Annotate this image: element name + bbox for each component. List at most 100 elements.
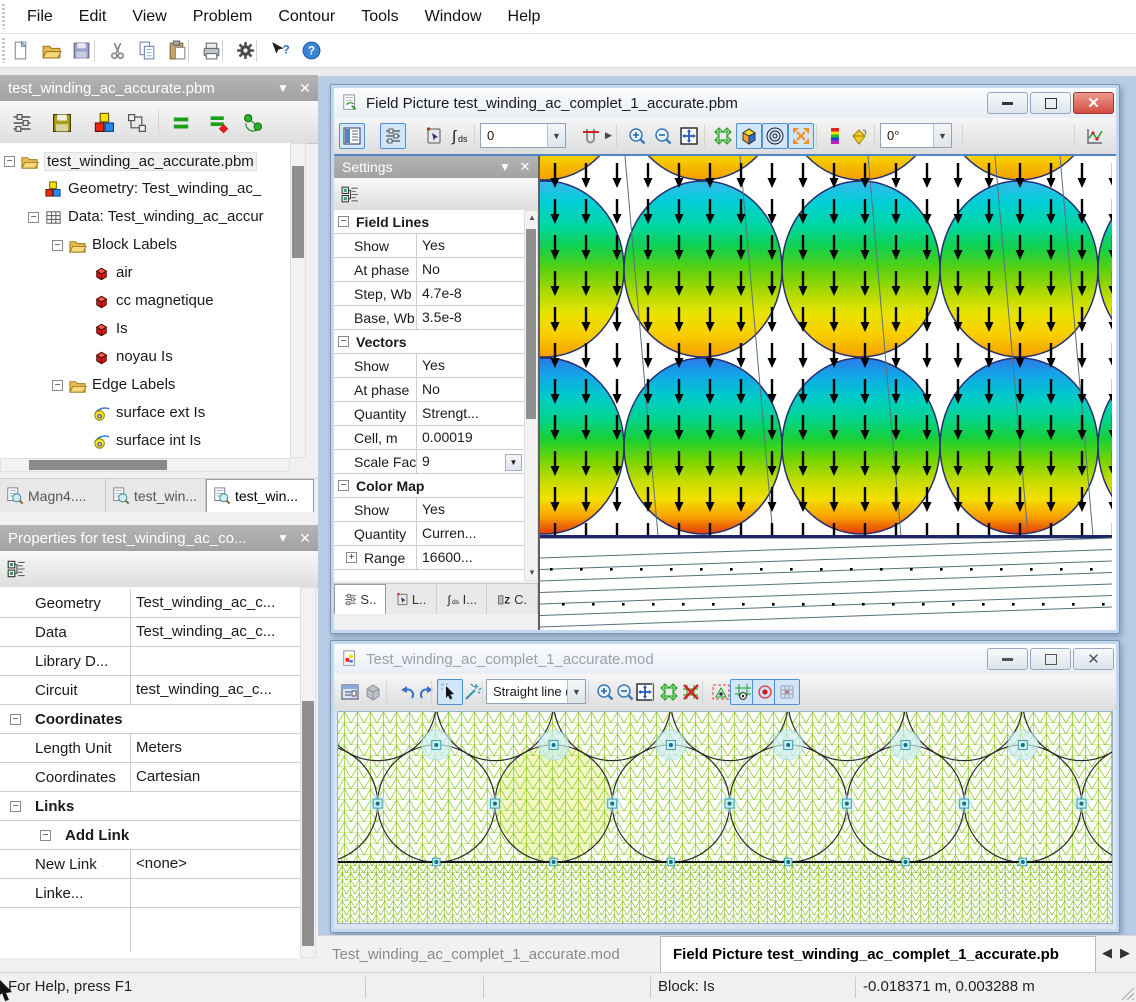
- setting-value[interactable]: Yes: [422, 357, 504, 373]
- menu-contour[interactable]: Contour: [265, 8, 348, 26]
- group-expander[interactable]: −: [338, 336, 349, 347]
- maximize-button[interactable]: [1030, 92, 1071, 114]
- tab-l[interactable]: L..: [386, 584, 437, 614]
- setting-row-show[interactable]: ShowYes: [334, 234, 524, 258]
- chevron-down-icon[interactable]: ▼: [505, 454, 522, 471]
- property-row-add-link[interactable]: −Add Link: [0, 821, 300, 850]
- green-links-button[interactable]: [238, 108, 268, 138]
- minimize-button[interactable]: [987, 92, 1028, 114]
- mesh-green-button[interactable]: [710, 123, 736, 149]
- panel-menu-icon[interactable]: ▼: [272, 525, 294, 551]
- menu-file[interactable]: File: [14, 8, 66, 26]
- help-button[interactable]: ?: [298, 37, 324, 63]
- property-value[interactable]: test_winding_ac_c...: [136, 681, 296, 698]
- menu-help[interactable]: Help: [495, 8, 554, 26]
- angle-combo[interactable]: 0°▼: [880, 123, 952, 148]
- group-expander[interactable]: −: [338, 216, 349, 227]
- mdi-tab-test-winding-ac-complet-1-accurate-mod[interactable]: Test_winding_ac_complet_1_accurate.mod: [320, 936, 656, 972]
- sliders-button[interactable]: [7, 108, 37, 138]
- mesh-x-button[interactable]: [678, 679, 704, 705]
- tree-item-data-test-winding-ac-accur[interactable]: −Data: Test_winding_ac_accur: [0, 204, 290, 232]
- tree-scroll-thumb[interactable]: [292, 166, 304, 258]
- tab-i[interactable]: ∫dsI...: [437, 584, 488, 614]
- toolbar-grip[interactable]: [2, 4, 5, 29]
- tree-scroll-thumb[interactable]: [29, 460, 167, 470]
- property-value[interactable]: Cartesian: [136, 768, 296, 785]
- next-tab-arrow-icon[interactable]: ▶: [1120, 945, 1130, 961]
- setting-value[interactable]: 4.7e-8: [422, 285, 504, 301]
- tree-item-is[interactable]: Is: [0, 316, 290, 344]
- contour-button[interactable]: [578, 123, 604, 149]
- setting-value[interactable]: 0.00019: [422, 429, 504, 445]
- new-document-button[interactable]: [8, 37, 34, 63]
- zoom-extents-button[interactable]: [632, 679, 658, 705]
- setting-value[interactable]: Yes: [422, 237, 504, 253]
- resize-grip[interactable]: [1121, 987, 1134, 1000]
- panel-close-icon[interactable]: ✕: [514, 156, 536, 178]
- tree-item-surface-ext-is[interactable]: osurface ext Is: [0, 400, 290, 428]
- setting-row-quantity[interactable]: QuantityStrengt...: [334, 402, 524, 426]
- tree-item-cc-magnetique[interactable]: cc magnetique: [0, 288, 290, 316]
- field-canvas[interactable]: [540, 156, 1116, 630]
- setting-value[interactable]: 16600...: [422, 549, 504, 565]
- tree-horizontal-scrollbar[interactable]: [0, 458, 290, 472]
- tab-test-win-2[interactable]: test_win...: [206, 479, 314, 512]
- setting-row-cell-m[interactable]: Cell, m0.00019: [334, 426, 524, 450]
- cut-button[interactable]: [104, 37, 130, 63]
- close-button[interactable]: ✕: [1073, 92, 1114, 114]
- tree-item-block-labels[interactable]: −Block Labels: [0, 232, 290, 260]
- mdi-tab-field-picture-test-winding-ac-complet-1-accurate-pb[interactable]: Field Picture test_winding_ac_complet_1_…: [660, 936, 1096, 972]
- panel-close-icon[interactable]: ✕: [294, 525, 316, 551]
- tree-item-noyau-is[interactable]: noyau Is: [0, 344, 290, 372]
- legend-panel-button[interactable]: [339, 123, 365, 149]
- setting-row-step-wb[interactable]: Step, Wb4.7e-8: [334, 282, 524, 306]
- phase-combo[interactable]: 0▼: [480, 123, 566, 148]
- minimize-button[interactable]: [987, 648, 1028, 670]
- tab-s[interactable]: S..: [334, 584, 386, 614]
- grid-dots-button[interactable]: [774, 679, 800, 705]
- zoom-in-button[interactable]: [624, 123, 650, 149]
- paste-button[interactable]: [164, 37, 190, 63]
- property-value[interactable]: <none>: [136, 855, 296, 872]
- property-row-geometry[interactable]: GeometryTest_winding_ac_c...: [0, 589, 300, 618]
- arrows-orange-button[interactable]: [788, 123, 814, 149]
- sliders-button[interactable]: [380, 123, 406, 149]
- property-row-circuit[interactable]: Circuittest_winding_ac_c...: [0, 676, 300, 705]
- toolbar-grip[interactable]: [2, 38, 5, 63]
- menu-caret-icon[interactable]: ▶: [605, 130, 612, 141]
- property-row-length-unit[interactable]: Length UnitMeters: [0, 734, 300, 763]
- equals-diamond-button[interactable]: [204, 108, 234, 138]
- save-button[interactable]: [68, 37, 94, 63]
- xy-plot-button[interactable]: [1082, 123, 1108, 149]
- property-row-data[interactable]: DataTest_winding_ac_c...: [0, 618, 300, 647]
- close-button[interactable]: ✕: [1073, 648, 1114, 670]
- setting-row-base-wb[interactable]: Base, Wb3.5e-8: [334, 306, 524, 330]
- setting-row-at-phase[interactable]: At phaseNo: [334, 378, 524, 402]
- range-expander[interactable]: +: [346, 552, 357, 563]
- tree-expander[interactable]: −: [52, 380, 63, 391]
- tree-expander[interactable]: −: [28, 212, 39, 223]
- tree-item-test-winding-ac-accurate-pbm[interactable]: −test_winding_ac_accurate.pbm: [0, 148, 290, 176]
- group-expander[interactable]: −: [338, 480, 349, 491]
- setting-value[interactable]: Strengt...: [422, 405, 504, 421]
- zoom-out-button[interactable]: [650, 123, 676, 149]
- setting-row-color-map[interactable]: −Color Map: [334, 474, 524, 498]
- tree-vertical-scrollbar[interactable]: [290, 143, 306, 458]
- setting-value[interactable]: Curren...: [422, 525, 504, 541]
- property-value[interactable]: Test_winding_ac_c...: [136, 623, 296, 640]
- prev-tab-arrow-icon[interactable]: ◀: [1102, 945, 1112, 961]
- zoom-extents-button[interactable]: [676, 123, 702, 149]
- scroll-up-icon[interactable]: ▲: [525, 211, 539, 225]
- tab-magn4-0[interactable]: Magn4....: [0, 479, 106, 512]
- setting-row-range[interactable]: +Range16600...: [334, 546, 524, 570]
- menu-problem[interactable]: Problem: [180, 8, 266, 26]
- tree-item-edge-labels[interactable]: −Edge Labels: [0, 372, 290, 400]
- tree-item-geometry-test-winding-ac[interactable]: Geometry: Test_winding_ac_: [0, 176, 290, 204]
- setting-row-scale-fac[interactable]: Scale Fac9▼: [334, 450, 524, 474]
- concentric-button[interactable]: [762, 123, 788, 149]
- setting-row-field-lines[interactable]: −Field Lines: [334, 210, 524, 234]
- grey-cube-button[interactable]: [360, 679, 386, 705]
- group-expander[interactable]: −: [40, 830, 51, 841]
- setting-value[interactable]: 9: [422, 453, 504, 469]
- add-figure-combo[interactable]: Straight line (0°▼: [486, 679, 586, 704]
